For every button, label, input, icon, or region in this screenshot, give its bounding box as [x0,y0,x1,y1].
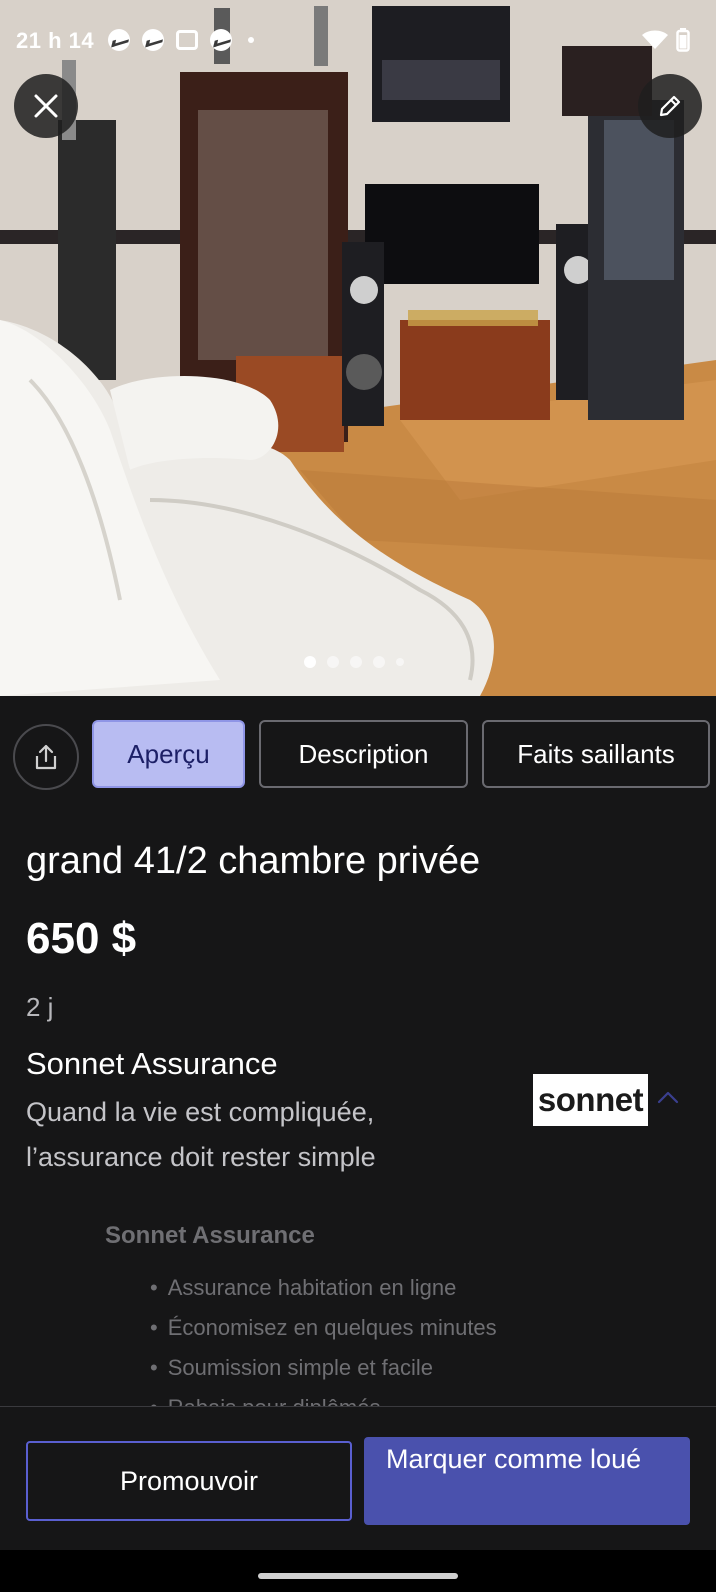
pager-dot [350,656,362,668]
ad-title[interactable]: Sonnet Assurance [26,1046,278,1082]
mark-as-rented-button[interactable]: Marquer comme loué [364,1437,690,1525]
bottom-action-bar: Promouvoir Marquer comme loué [0,1406,716,1550]
ad-bullet: Rabais pour diplômés [150,1393,497,1406]
tab-description[interactable]: Description [259,720,468,788]
pager-dot [396,658,404,666]
photo-pager [304,656,404,668]
pencil-icon [659,95,681,117]
tab-apercu[interactable]: Aperçu [92,720,245,788]
share-button[interactable] [13,724,79,790]
living-room-photo [0,0,716,696]
messenger-icon [108,29,130,51]
dot-icon [248,37,254,43]
listing-price: 650 $ [26,914,137,963]
status-bar: 21 h 14 [0,0,716,84]
pager-dot [304,656,316,668]
chevron-up-icon[interactable] [657,1090,679,1104]
ad-bullet-list: Assurance habitation en ligne Économisez… [150,1273,497,1406]
listing-title: grand 41/2 chambre privée [26,840,481,882]
close-icon [34,94,58,118]
ad-bullet: Assurance habitation en ligne [150,1273,497,1313]
ad-sub-title: Sonnet Assurance [105,1222,315,1249]
messenger-icon [142,29,164,51]
home-indicator[interactable] [258,1573,458,1579]
share-icon [35,744,57,770]
ad-tagline-line-1: Quand la vie est compliquée, [26,1097,375,1127]
ad-bullet: Économisez en quelques minutes [150,1313,497,1353]
system-navigation-bar [0,1550,716,1592]
tab-faits-saillants[interactable]: Faits saillants [482,720,710,788]
status-time: 21 h 14 [16,28,95,53]
pager-dot [327,656,339,668]
pager-dot [373,656,385,668]
ad-bullet: Soumission simple et facile [150,1353,497,1393]
ad-logo[interactable]: sonnet [533,1074,648,1126]
tabs-row: Aperçu Description Faits saillants [0,720,716,790]
wifi-icon [642,30,668,49]
listing-age: 2 j [26,992,54,1022]
ad-tagline-line-2: l’assurance doit rester simple [26,1142,376,1172]
edit-button[interactable] [638,74,702,138]
messenger-icon [210,29,232,51]
listing-photo[interactable]: 21 h 14 [0,0,716,696]
promote-button[interactable]: Promouvoir [26,1441,352,1521]
battery-icon [676,28,690,52]
close-button[interactable] [14,74,78,138]
notification-icon [176,30,198,50]
